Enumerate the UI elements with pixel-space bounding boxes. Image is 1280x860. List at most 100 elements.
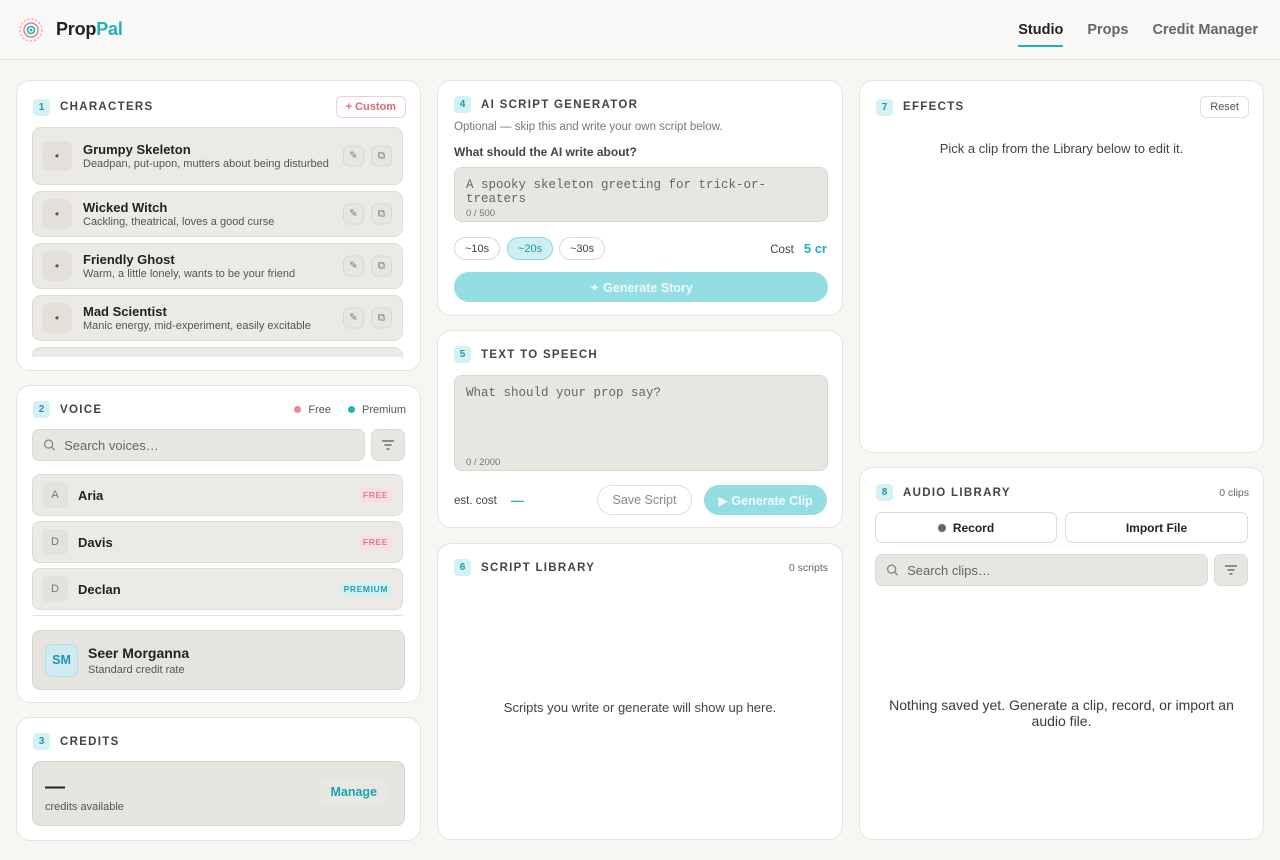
character-desc: Manic energy, mid-experiment, easily exc… — [83, 319, 311, 332]
voice-legend: Free Premium — [294, 404, 406, 416]
manage-credits-button[interactable]: Manage — [319, 780, 388, 804]
nav-props[interactable]: Props — [1087, 0, 1128, 60]
free-badge: FREE — [358, 488, 392, 502]
character-desc: Cackling, theatrical, loves a good curse — [83, 215, 275, 228]
prompt-textarea[interactable] — [455, 168, 827, 221]
add-custom-character-button[interactable]: + Custom — [335, 96, 406, 118]
panel-title: SCRIPT LIBRARY — [481, 561, 596, 574]
selected-voice-name: Seer Morganna — [88, 644, 190, 661]
nav-studio[interactable]: Studio — [1018, 0, 1064, 60]
character-avatar: • — [42, 251, 72, 281]
list-clip-edge — [32, 615, 403, 618]
script-library-panel: 6 SCRIPT LIBRARY 0 scripts Scripts you w… — [437, 543, 843, 840]
selected-voice-rate: Standard credit rate — [88, 663, 185, 676]
prompt-counter: 0 / 500 — [466, 208, 496, 219]
edit-icon[interactable]: ✎ — [343, 203, 364, 225]
tts-field[interactable]: 0 / 2000 — [454, 375, 828, 471]
step-number: 1 — [33, 98, 50, 116]
character-name: Grumpy Skeleton — [83, 141, 191, 157]
credit-label: credits available — [45, 801, 124, 813]
voice-item[interactable]: D Declan PREMIUM — [32, 568, 403, 610]
est-cost-label: est. cost — [454, 494, 497, 507]
selected-voice[interactable]: SM Seer Morganna Standard credit rate — [32, 630, 405, 690]
step-number: 2 — [33, 401, 50, 418]
generator-hint: Optional — skip this and write your own … — [454, 121, 723, 133]
audio-library-panel: 8 AUDIO LIBRARY 0 clips Record Import Fi… — [859, 467, 1264, 840]
character-card-partial[interactable] — [32, 347, 403, 357]
credit-balance: — credits available Manage — [32, 761, 405, 826]
character-name: Wicked Witch — [83, 199, 168, 215]
edit-icon[interactable]: ✎ — [343, 145, 364, 167]
brand[interactable]: PropPal — [18, 17, 123, 43]
record-dot-icon — [937, 523, 946, 532]
voice-name: Davis — [78, 534, 113, 550]
voice-search[interactable] — [32, 429, 365, 461]
script-generator-panel: 4 AI SCRIPT GENERATOR Optional — skip th… — [437, 80, 843, 316]
voice-search-input[interactable] — [64, 437, 364, 453]
edit-icon[interactable]: ✎ — [343, 307, 364, 329]
save-script-button[interactable]: Save Script — [597, 485, 692, 515]
clip-search-input[interactable] — [907, 562, 1207, 578]
search-icon — [886, 564, 899, 576]
character-desc: Warm, a little lonely, wants to be your … — [83, 267, 296, 280]
effects-panel: 7 EFFECTS Reset Pick a clip from the Lib… — [859, 80, 1264, 453]
character-desc: Deadpan, put-upon, mutters about being d… — [83, 157, 329, 170]
generator-question: What should the AI write about? — [454, 145, 637, 159]
voice-item[interactable]: A Aria FREE — [32, 474, 403, 516]
step-number: 8 — [876, 484, 893, 501]
import-file-button[interactable]: Import File — [1065, 512, 1248, 543]
clip-filter-button[interactable] — [1214, 554, 1248, 586]
panel-title: CHARACTERS — [60, 101, 154, 113]
clip-count: 0 clips — [1219, 486, 1249, 499]
clip-search[interactable] — [875, 554, 1208, 586]
step-number: 6 — [454, 559, 471, 576]
record-button[interactable]: Record — [875, 512, 1057, 543]
character-avatar: • — [42, 199, 72, 229]
free-dot-icon — [294, 406, 302, 413]
character-name: Friendly Ghost — [83, 251, 175, 267]
prompt-field[interactable]: 0 / 500 — [454, 167, 828, 222]
effects-empty: Pick a clip from the Library below to ed… — [939, 141, 1184, 156]
character-card[interactable]: • Grumpy Skeleton Deadpan, put-upon, mut… — [32, 127, 403, 185]
character-avatar: • — [42, 141, 72, 171]
panel-title: TEXT TO SPEECH — [481, 348, 599, 361]
reset-button[interactable]: Reset — [1200, 96, 1249, 118]
panel-title: VOICE — [60, 403, 103, 416]
step-number: 5 — [454, 346, 471, 363]
generate-clip-button[interactable]: ▶ Generate Clip — [704, 485, 827, 515]
brand-accent: Pal — [96, 19, 123, 39]
voice-item[interactable]: D Davis FREE — [32, 521, 403, 563]
duration-20s[interactable]: ~20s — [507, 237, 554, 260]
character-card[interactable]: • Friendly Ghost Warm, a little lonely, … — [32, 243, 403, 289]
copy-icon[interactable]: ⧉ — [371, 307, 392, 329]
est-cost-value: — — [510, 493, 524, 508]
character-card[interactable]: • Wicked Witch Cackling, theatrical, lov… — [32, 191, 403, 237]
main-nav: Studio Props Credit Manager — [1018, 0, 1258, 60]
est-cost: est. cost — — [454, 493, 524, 508]
credits-panel: 3 CREDITS — credits available Manage — [16, 717, 421, 841]
characters-panel: 1 CHARACTERS + Custom • Grumpy Skeleton … — [16, 80, 421, 371]
search-icon — [43, 439, 56, 451]
script-count: 0 scripts — [788, 561, 828, 574]
voice-avatar: A — [42, 482, 68, 508]
character-name: Mad Scientist — [83, 303, 167, 319]
character-card[interactable]: • Mad Scientist Manic energy, mid-experi… — [32, 295, 403, 341]
tts-textarea[interactable] — [455, 376, 827, 470]
generate-story-button[interactable]: ✦ Generate Story — [454, 272, 828, 302]
cost-value: 5 cr — [803, 241, 827, 256]
copy-icon[interactable]: ⧉ — [371, 203, 392, 225]
duration-10s[interactable]: ~10s — [454, 237, 501, 260]
voice-filter-button[interactable] — [371, 429, 405, 461]
nav-credit-manager[interactable]: Credit Manager — [1152, 0, 1258, 60]
duration-30s[interactable]: ~30s — [559, 237, 606, 260]
copy-icon[interactable]: ⧉ — [371, 145, 392, 167]
legend-free: Free — [308, 403, 331, 416]
copy-icon[interactable]: ⧉ — [371, 255, 392, 277]
brand-name: PropPal — [56, 19, 123, 40]
tts-counter: 0 / 2000 — [466, 457, 501, 468]
premium-badge: PREMIUM — [339, 582, 392, 596]
legend-premium: Premium — [361, 403, 406, 416]
script-library-empty: Scripts you write or generate will show … — [503, 700, 777, 715]
filter-icon — [382, 440, 394, 450]
edit-icon[interactable]: ✎ — [343, 255, 364, 277]
